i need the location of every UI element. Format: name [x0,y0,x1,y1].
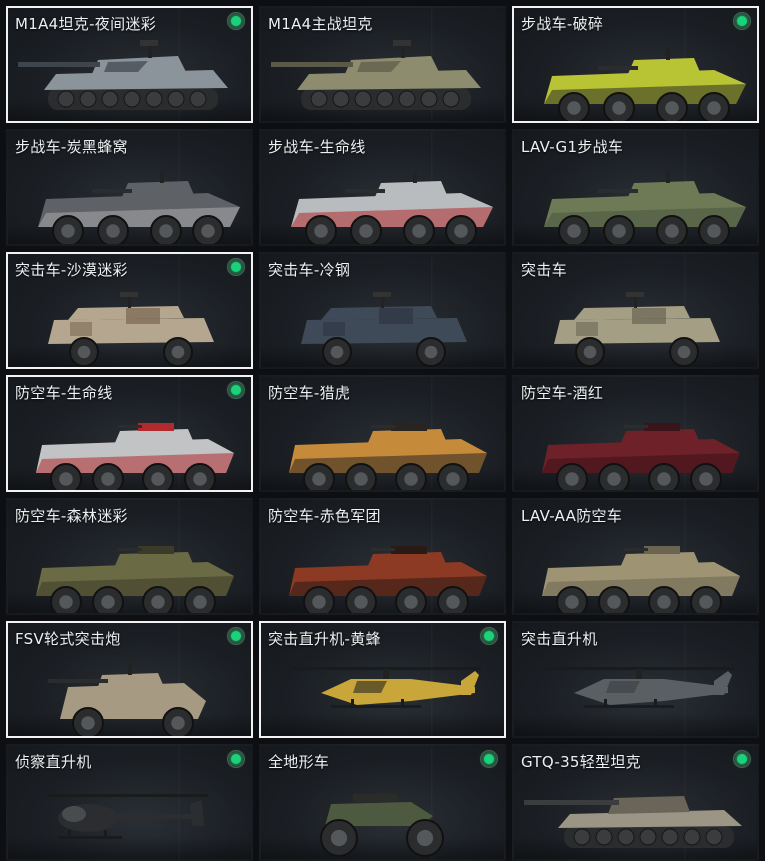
vehicle-grid: M1A4坦克-夜间迷彩 M1A4主战坦克 步战车-破碎 步战车-炭黑蜂窝 步战车… [6,6,759,861]
vehicle-card[interactable]: 步战车-生命线 [259,129,506,246]
vehicle-name: LAV-G1步战车 [521,138,624,156]
vehicle-image [48,292,214,367]
owned-indicator-icon [733,12,751,30]
vehicle-card[interactable]: 防空车-猎虎 [259,375,506,492]
vehicle-name: GTQ-35轻型坦克 [521,753,641,771]
vehicle-image [38,171,240,244]
vehicle-image [554,292,720,367]
vehicle-name: 突击车 [521,261,567,279]
owned-indicator-icon [227,258,245,276]
vehicle-card[interactable]: 突击直升机 [512,621,759,738]
vehicle-name: 突击车-冷钢 [268,261,351,279]
owned-indicator-icon [227,750,245,768]
vehicle-name: 侦察直升机 [15,753,92,771]
vehicle-card[interactable]: 步战车-炭黑蜂窝 [6,129,253,246]
vehicle-name: 防空车-赤色军团 [268,507,381,525]
vehicle-name: 突击直升机-黄蜂 [268,630,381,648]
vehicle-card[interactable]: 突击车-沙漠迷彩 [6,252,253,369]
vehicle-card[interactable]: 防空车-森林迷彩 [6,498,253,615]
vehicle-name: 防空车-酒红 [521,384,604,402]
vehicle-card[interactable]: LAV-G1步战车 [512,129,759,246]
vehicle-image [544,48,746,121]
vehicle-card[interactable]: LAV-AA防空车 [512,498,759,615]
vehicle-card[interactable]: 突击车 [512,252,759,369]
vehicle-card[interactable]: GTQ-35轻型坦克 [512,744,759,861]
vehicle-image [542,546,740,613]
vehicle-image [36,423,234,490]
vehicle-name: 突击车-沙漠迷彩 [15,261,128,279]
owned-indicator-icon [227,12,245,30]
vehicle-name: FSV轮式突击炮 [15,630,121,648]
owned-indicator-icon [480,750,498,768]
vehicle-image [289,546,487,613]
vehicle-card[interactable]: 步战车-破碎 [512,6,759,123]
vehicle-image [544,667,734,708]
vehicle-card[interactable]: M1A4主战坦克 [259,6,506,123]
vehicle-name: 防空车-猎虎 [268,384,351,402]
vehicle-card[interactable]: 突击车-冷钢 [259,252,506,369]
vehicle-image [289,423,487,490]
vehicle-image [48,663,206,736]
vehicle-image [18,40,228,110]
owned-indicator-icon [480,627,498,645]
vehicle-name: M1A4主战坦克 [268,15,373,33]
vehicle-card[interactable]: 防空车-赤色军团 [259,498,506,615]
vehicle-card[interactable]: 全地形车 [259,744,506,861]
vehicle-card[interactable]: FSV轮式突击炮 [6,621,253,738]
vehicle-name: 步战车-破碎 [521,15,604,33]
vehicle-name: 步战车-炭黑蜂窝 [15,138,128,156]
vehicle-card[interactable]: 突击直升机-黄蜂 [259,621,506,738]
vehicle-name: 全地形车 [268,753,330,771]
vehicle-card[interactable]: 防空车-生命线 [6,375,253,492]
owned-indicator-icon [733,750,751,768]
vehicle-image [291,667,481,708]
vehicle-name: 防空车-森林迷彩 [15,507,128,525]
vehicle-image [544,171,746,244]
vehicle-image [291,171,493,244]
vehicle-name: LAV-AA防空车 [521,507,623,525]
vehicle-card[interactable]: 侦察直升机 [6,744,253,861]
vehicle-name: 防空车-生命线 [15,384,113,402]
vehicle-name: M1A4坦克-夜间迷彩 [15,15,157,33]
vehicle-image [271,40,481,110]
vehicle-card[interactable]: 防空车-酒红 [512,375,759,492]
vehicle-card[interactable]: M1A4坦克-夜间迷彩 [6,6,253,123]
owned-indicator-icon [227,627,245,645]
vehicle-image [48,794,208,839]
vehicle-name: 突击直升机 [521,630,598,648]
owned-indicator-icon [227,381,245,399]
vehicle-image [320,794,444,857]
vehicle-image [542,423,740,490]
vehicle-image [36,546,234,613]
vehicle-image [524,796,742,848]
vehicle-name: 步战车-生命线 [268,138,366,156]
vehicle-image [301,292,467,367]
